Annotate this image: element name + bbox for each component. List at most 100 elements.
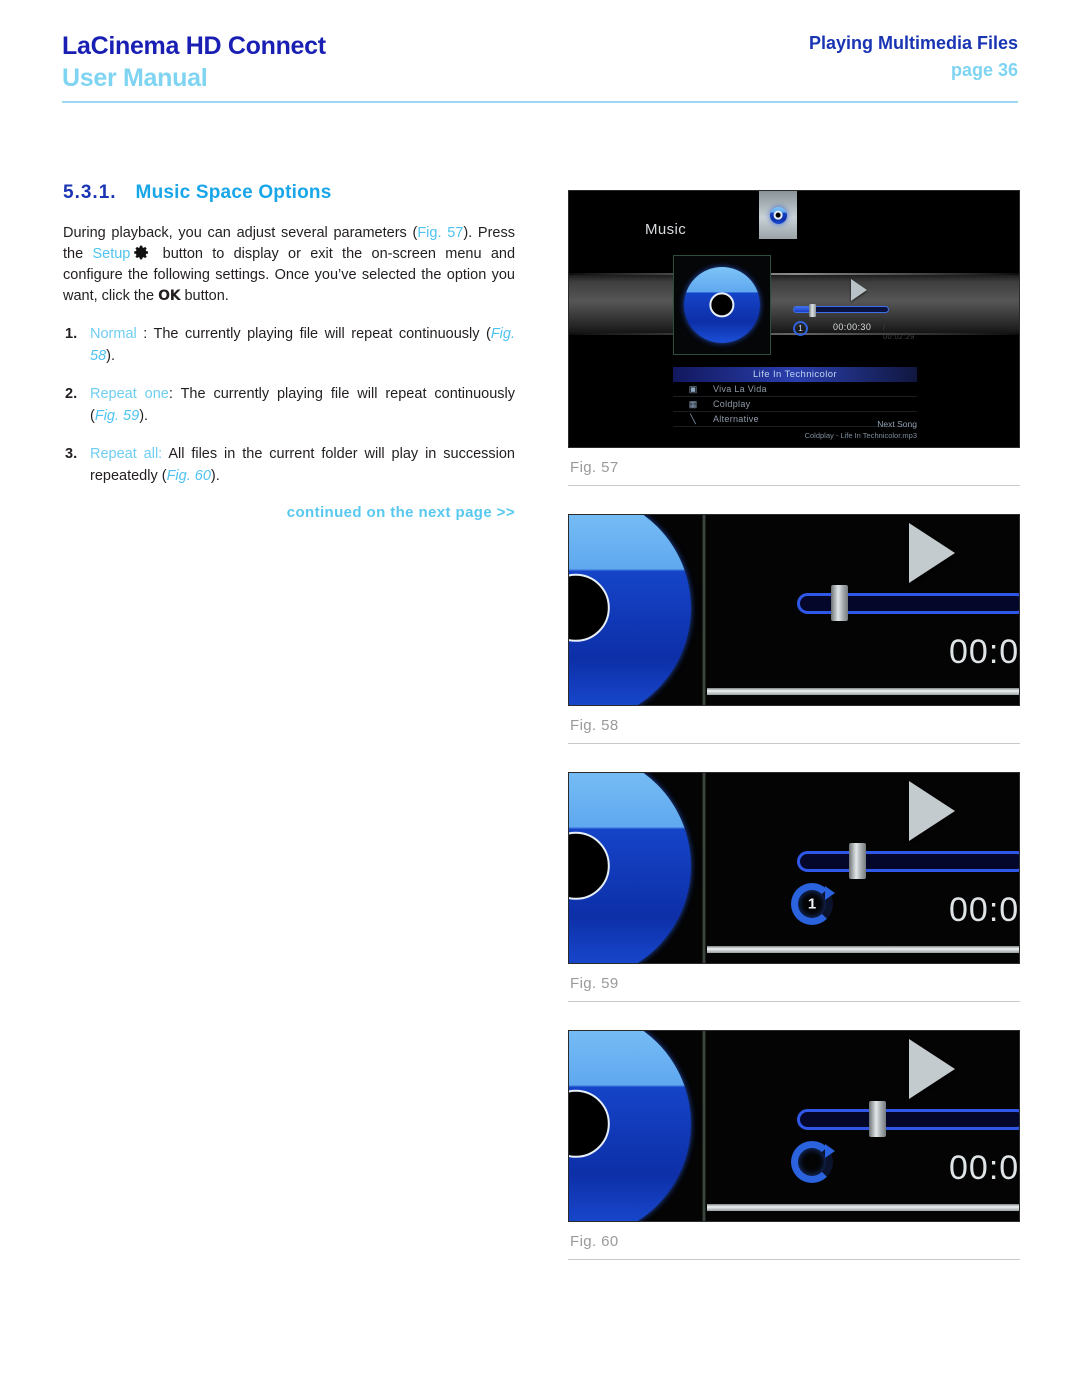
play-triangle-icon[interactable] <box>909 1039 955 1099</box>
figure-57: Music 1 00:00:30 / 00:02:29 Life In Tech… <box>568 190 1020 486</box>
figure-59-image: 1 00:00 <box>568 772 1020 964</box>
fig-ref-60[interactable]: Fig. 60 <box>167 468 211 484</box>
fig-ref-57[interactable]: Fig. 57 <box>417 225 463 241</box>
option-term: Repeat one <box>90 386 169 402</box>
header-right: Playing Multimedia Files page 36 <box>809 30 1018 84</box>
options-list: 1. Normal : The currently playing file wi… <box>63 324 515 487</box>
option-tail: ). <box>210 467 220 484</box>
figure-59: 1 00:00 Fig. 59 <box>568 772 1020 1002</box>
figure-58-image: 00:00 <box>568 514 1020 706</box>
header-left: LaCinema HD Connect User Manual <box>62 30 326 94</box>
option-tail: ). <box>106 347 115 364</box>
figures-column: Music 1 00:00:30 / 00:02:29 Life In Tech… <box>568 190 1020 1288</box>
album-art-cell[interactable] <box>673 255 771 355</box>
screen-space-title: Music <box>645 221 687 238</box>
content-column: 5.3.1. Music Space Options During playbac… <box>63 182 515 521</box>
list-item: 3. Repeat all: All files in the current f… <box>63 444 515 487</box>
list-item: ▣ Viva La Vida <box>673 382 917 397</box>
progress-knob[interactable] <box>849 843 866 879</box>
page-number: page 36 <box>950 60 1018 80</box>
document-type: User Manual <box>62 64 208 92</box>
progress-knob[interactable] <box>831 585 848 621</box>
figure-57-image: Music 1 00:00:30 / 00:02:29 Life In Tech… <box>568 190 1020 448</box>
next-song-label: Next Song <box>877 419 917 429</box>
setup-label: Setup <box>92 246 131 262</box>
section-title: Music Space Options <box>135 182 332 203</box>
continued-note[interactable]: continued on the next page >> <box>63 504 515 521</box>
page-header: LaCinema HD Connect User Manual Playing … <box>0 0 1080 110</box>
time-current: 00:00 <box>949 891 1019 929</box>
option-separator: : <box>168 386 181 402</box>
normal-mode-screen: 00:00 <box>569 515 1019 705</box>
gear-icon <box>133 244 150 261</box>
next-song-block: Next Song Coldplay - Life In Technicolor… <box>673 419 917 441</box>
cd-disc-icon <box>569 773 691 963</box>
cd-disc-icon <box>569 515 691 705</box>
figure-60-image: 00:00 <box>568 1030 1020 1222</box>
list-marker: 3. <box>65 446 78 462</box>
disc-icon[interactable] <box>759 191 797 239</box>
panel-base-bar <box>707 1204 1019 1211</box>
list-item: 2. Repeat one: The currently playing file… <box>63 384 515 427</box>
list-marker: 2. <box>65 386 78 402</box>
progress-bar[interactable] <box>797 1109 1019 1130</box>
time-current: 00:00:30 <box>833 322 872 332</box>
figure-caption: Fig. 59 <box>570 975 619 992</box>
progress-knob[interactable] <box>869 1101 886 1137</box>
panel-base-bar <box>707 946 1019 953</box>
play-triangle-icon[interactable] <box>909 523 955 583</box>
panel-divider <box>702 773 706 963</box>
album-icon: ▣ <box>688 383 698 394</box>
figure-caption: Fig. 60 <box>570 1233 619 1250</box>
option-term: Normal <box>90 326 137 342</box>
list-item: 1. Normal : The currently playing file wi… <box>63 324 515 367</box>
list-marker: 1. <box>65 326 78 342</box>
time-current: 00:00 <box>949 1149 1019 1187</box>
repeat-all-icon[interactable] <box>791 1141 835 1183</box>
artist-name: Coldplay <box>713 399 751 409</box>
play-triangle-icon[interactable] <box>851 279 867 301</box>
intro-part-1: During playback, you can adjust several … <box>63 225 418 241</box>
panel-divider <box>702 515 706 705</box>
track-title: Life In Technicolor <box>673 367 917 382</box>
ok-button-label: OK <box>158 288 181 304</box>
repeat-count-label: 1 <box>807 895 817 913</box>
time-total: / 00:02:29 <box>883 323 915 341</box>
progress-bar[interactable] <box>797 851 1019 872</box>
music-space-screen: Music 1 00:00:30 / 00:02:29 Life In Tech… <box>569 191 1019 447</box>
figure-caption: Fig. 58 <box>570 717 619 734</box>
repeat-all-mode-screen: 00:00 <box>569 1031 1019 1221</box>
repeat-one-icon[interactable]: 1 <box>791 883 835 925</box>
repeat-one-mode-screen: 1 00:00 <box>569 773 1019 963</box>
header-divider <box>62 101 1018 103</box>
album-name: Viva La Vida <box>713 384 767 394</box>
product-title: LaCinema HD Connect <box>62 32 326 60</box>
play-triangle-icon[interactable] <box>909 781 955 841</box>
cd-disc-icon <box>569 1031 691 1221</box>
figure-divider <box>568 1259 1020 1260</box>
artist-icon: ▦ <box>688 398 698 409</box>
option-text: The currently playing file will repeat c… <box>153 326 491 342</box>
panel-divider <box>702 1031 706 1221</box>
figure-divider <box>568 743 1020 744</box>
arrow-head-icon <box>825 886 835 900</box>
figure-divider <box>568 1001 1020 1002</box>
figure-divider <box>568 485 1020 486</box>
repeat-one-icon[interactable]: 1 <box>793 321 808 336</box>
cd-disc-icon <box>684 267 760 343</box>
section-breadcrumb: Playing Multimedia Files <box>808 33 1018 53</box>
next-song-file: Coldplay - Life In Technicolor.mp3 <box>804 431 917 440</box>
track-info-list: Life In Technicolor ▣ Viva La Vida ▦ Col… <box>673 367 917 427</box>
list-item: ▦ Coldplay <box>673 397 917 412</box>
intro-part-3: button to display or exit the on-screen … <box>63 246 516 304</box>
fig-ref-59[interactable]: Fig. 59 <box>95 408 139 424</box>
progress-bar[interactable] <box>793 304 889 317</box>
panel-base-bar <box>707 688 1019 695</box>
manual-page: LaCinema HD Connect User Manual Playing … <box>0 0 1080 1397</box>
figure-60: 00:00 Fig. 60 <box>568 1030 1020 1260</box>
option-term: Repeat all: <box>90 446 163 462</box>
figure-58: 00:00 Fig. 58 <box>568 514 1020 744</box>
section-number: 5.3.1. <box>63 182 117 203</box>
option-separator: : <box>136 326 154 342</box>
option-tail: ). <box>139 407 149 424</box>
